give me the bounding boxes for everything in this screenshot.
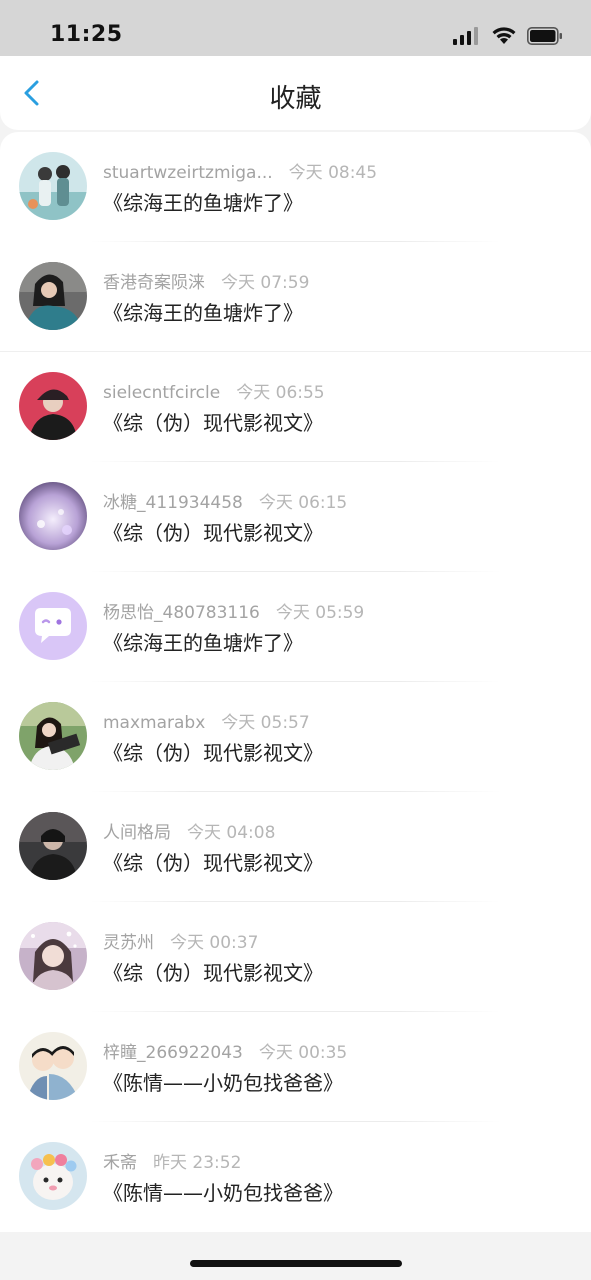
home-indicator[interactable] — [190, 1260, 402, 1267]
favorite-item[interactable]: 禾斋 昨天 23:52 《陈情——小奶包找爸爸》 — [0, 1122, 591, 1232]
user-avatar — [19, 812, 87, 880]
timestamp: 今天 06:15 — [258, 493, 348, 513]
avatar-cat-flower-crown-icon — [19, 1142, 87, 1210]
avatar-girl-outdoors-icon — [19, 702, 87, 770]
user-avatar — [19, 1142, 87, 1210]
status-time: 11:25 — [50, 22, 123, 47]
user-avatar — [19, 482, 87, 550]
favorites-list: stuartwzeirtzmiga... 今天 08:45 《综海王的鱼塘炸了》 … — [0, 132, 591, 1232]
favorite-item[interactable]: 灵苏州 今天 00:37 《综（伪）现代影视文》 — [0, 902, 591, 1012]
favorite-item[interactable]: 人间格局 今天 04:08 《综（伪）现代影视文》 — [0, 792, 591, 902]
favorite-item[interactable]: 梓瞳_266922043 今天 00:35 《陈情——小奶包找爸爸》 — [0, 1012, 591, 1122]
favorite-item[interactable]: stuartwzeirtzmiga... 今天 08:45 《综海王的鱼塘炸了》 — [0, 132, 591, 242]
user-avatar — [19, 1032, 87, 1100]
favorite-item[interactable]: 杨思怡_480783116 今天 05:59 《综海王的鱼塘炸了》 — [0, 572, 591, 682]
item-meta: stuartwzeirtzmiga... 今天 08:45 — [103, 158, 377, 183]
user-avatar — [19, 152, 87, 220]
book-title: 《陈情——小奶包找爸爸》 — [103, 1071, 343, 1095]
favorite-item[interactable]: sielecntfcircle 今天 06:55 《综（伪）现代影视文》 — [0, 352, 591, 462]
book-title: 《综（伪）现代影视文》 — [103, 961, 323, 985]
username: stuartwzeirtzmiga... — [103, 163, 273, 183]
username: 禾斋 — [103, 1153, 137, 1173]
user-avatar — [19, 262, 87, 330]
avatar-chat-bubble-default-icon — [19, 592, 87, 660]
avatar-cartoon-couple-icon — [19, 1032, 87, 1100]
username: 人间格局 — [103, 823, 171, 843]
username: sielecntfcircle — [103, 383, 221, 403]
bottom-area — [0, 1232, 591, 1280]
username: 香港奇案陨涞 — [103, 273, 205, 293]
item-meta: 杨思怡_480783116 今天 05:59 — [103, 598, 364, 623]
item-meta: 香港奇案陨涞 今天 07:59 — [103, 268, 309, 293]
avatar-illustrated-couple-icon — [19, 152, 87, 220]
avatar-dark-portrait-icon — [19, 812, 87, 880]
user-avatar — [19, 922, 87, 990]
user-avatar — [19, 372, 87, 440]
book-title: 《陈情——小奶包找爸爸》 — [103, 1181, 343, 1205]
book-title: 《综海王的鱼塘炸了》 — [103, 191, 303, 215]
timestamp: 今天 08:45 — [288, 163, 378, 183]
favorite-item[interactable]: 香港奇案陨涞 今天 07:59 《综海王的鱼塘炸了》 — [0, 242, 591, 352]
timestamp: 今天 07:59 — [221, 273, 310, 293]
timestamp: 今天 05:59 — [275, 603, 365, 623]
book-title: 《综（伪）现代影视文》 — [103, 411, 323, 435]
timestamp: 今天 00:35 — [258, 1043, 348, 1063]
item-meta: maxmarabx 今天 05:57 — [103, 708, 310, 733]
item-meta: 人间格局 今天 04:08 — [103, 818, 275, 843]
status-icons — [453, 26, 563, 45]
item-meta: sielecntfcircle 今天 06:55 — [103, 378, 325, 403]
favorite-item[interactable]: 冰糖_411934458 今天 06:15 《综（伪）现代影视文》 — [0, 462, 591, 572]
item-meta: 灵苏州 今天 00:37 — [103, 928, 258, 953]
user-avatar — [19, 592, 87, 660]
book-title: 《综海王的鱼塘炸了》 — [103, 631, 303, 655]
user-avatar — [19, 702, 87, 770]
username: maxmarabx — [103, 713, 206, 733]
timestamp: 今天 00:37 — [170, 933, 259, 953]
book-title: 《综（伪）现代影视文》 — [103, 851, 323, 875]
avatar-woman-teal-icon — [19, 262, 87, 330]
book-title: 《综（伪）现代影视文》 — [103, 521, 323, 545]
favorite-item[interactable]: maxmarabx 今天 05:57 《综（伪）现代影视文》 — [0, 682, 591, 792]
username: 冰糖_411934458 — [103, 493, 243, 513]
avatar-purple-haze-icon — [19, 482, 87, 550]
navigation-bar: 收藏 — [0, 56, 591, 130]
timestamp: 今天 04:08 — [187, 823, 276, 843]
book-title: 《综（伪）现代影视文》 — [103, 741, 323, 765]
page-title: 收藏 — [269, 84, 322, 114]
username: 杨思怡_480783116 — [103, 603, 260, 623]
avatar-person-pink-cap-icon — [19, 372, 87, 440]
status-bar: 11:25 — [0, 0, 591, 56]
username: 梓瞳_266922043 — [103, 1043, 243, 1063]
battery-icon — [527, 26, 562, 45]
item-meta: 冰糖_411934458 今天 06:15 — [103, 488, 347, 513]
avatar-woman-sparkles-icon — [19, 922, 87, 990]
cellular-signal-icon — [453, 26, 478, 45]
item-meta: 梓瞳_266922043 今天 00:35 — [103, 1038, 347, 1063]
book-title: 《综海王的鱼塘炸了》 — [103, 301, 303, 325]
username: 灵苏州 — [103, 933, 154, 953]
timestamp: 昨天 23:52 — [153, 1153, 242, 1173]
timestamp: 今天 05:57 — [221, 713, 310, 733]
wifi-icon — [492, 27, 516, 44]
item-meta: 禾斋 昨天 23:52 — [103, 1148, 241, 1173]
timestamp: 今天 06:55 — [236, 383, 325, 403]
